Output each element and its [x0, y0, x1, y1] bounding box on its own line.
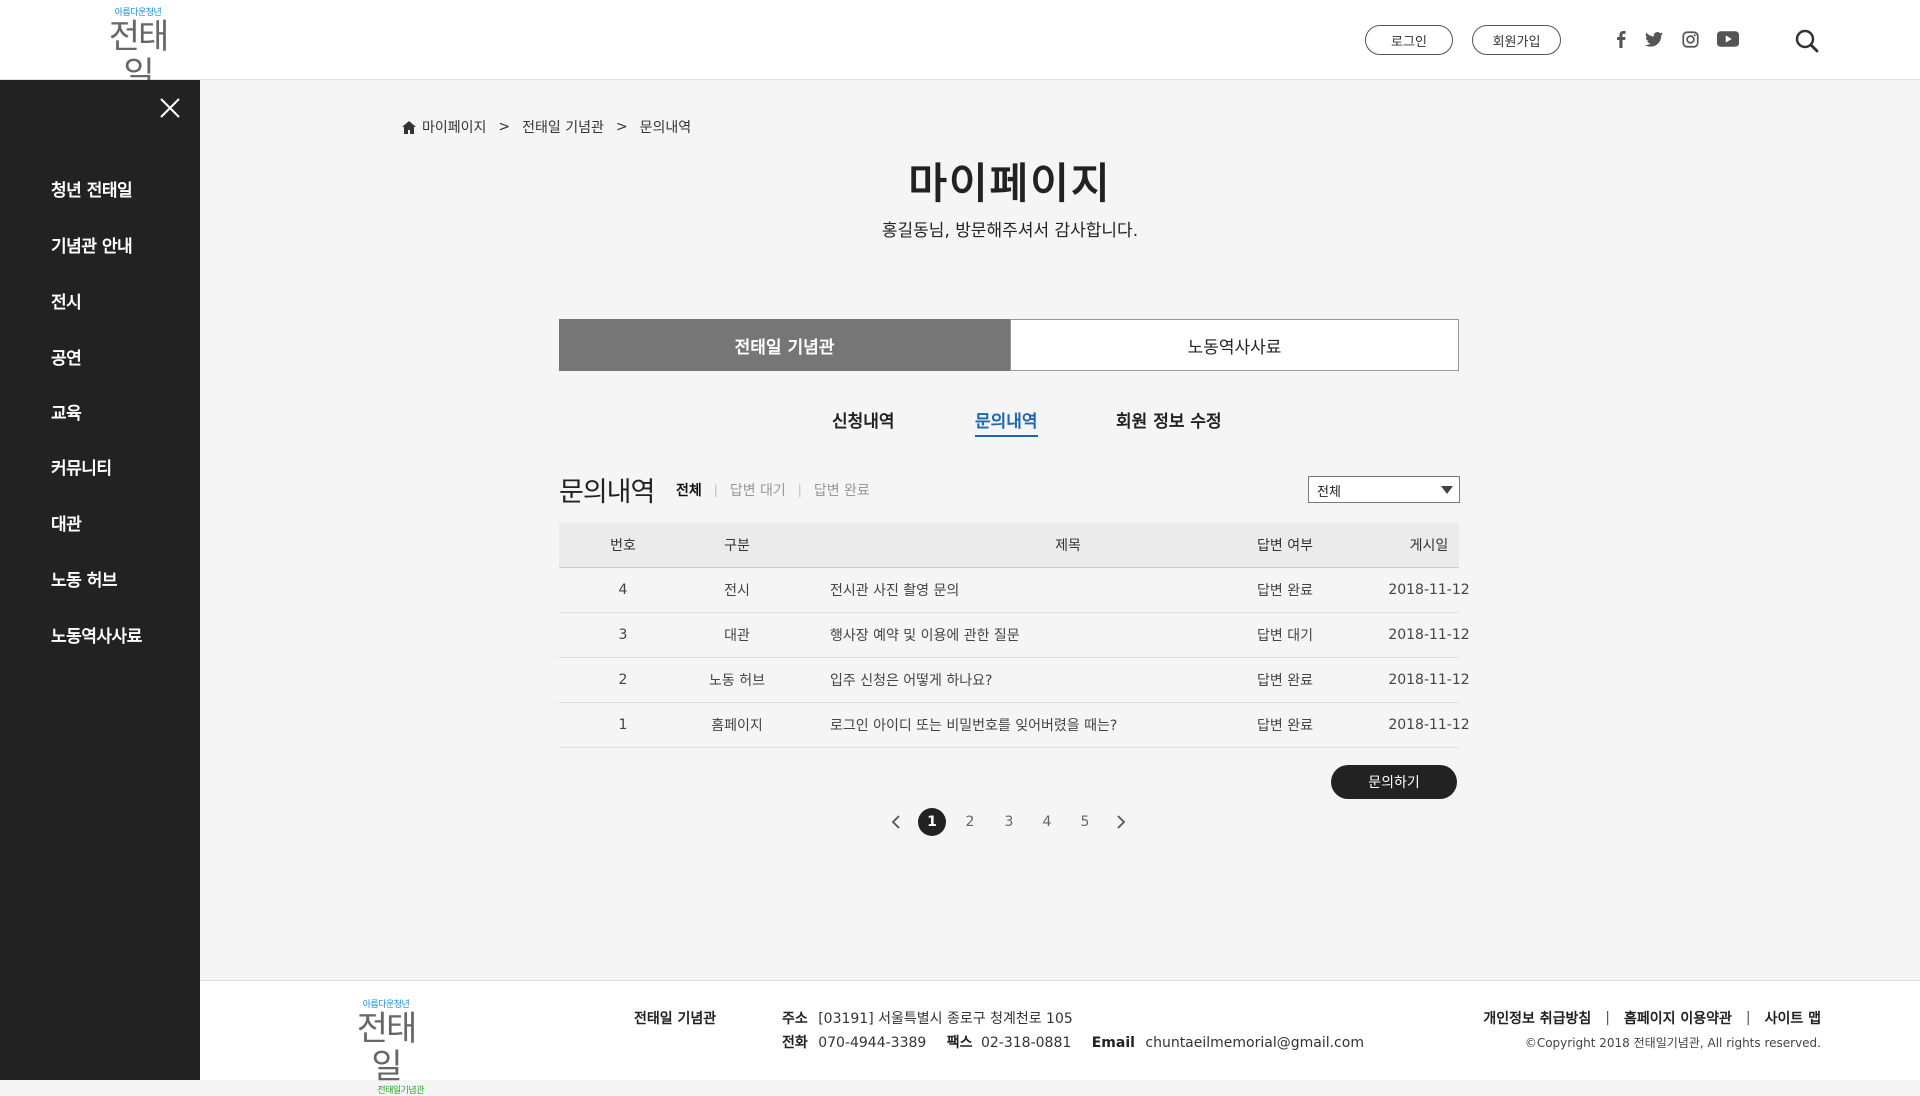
search-icon[interactable]: [1794, 28, 1820, 54]
prev-page-icon[interactable]: [882, 808, 910, 836]
breadcrumb-separator: >: [615, 119, 628, 135]
sidebar-item-exhibition[interactable]: 전시: [51, 288, 82, 313]
subnav-edit-profile[interactable]: 회원 정보 수정: [1116, 407, 1222, 432]
row-date: 2018-11-12: [1388, 717, 1470, 733]
page-3[interactable]: 3: [995, 808, 1023, 836]
page-1[interactable]: 1: [918, 808, 946, 836]
header-category: 구분: [724, 538, 750, 554]
youtube-icon[interactable]: [1715, 28, 1741, 50]
subnav-applications[interactable]: 신청내역: [832, 407, 895, 432]
email-value[interactable]: chuntaeilmemorial@gmail.com: [1145, 1035, 1364, 1051]
sidebar-item-community[interactable]: 커뮤니티: [51, 454, 112, 479]
footer-link-separator: |: [1745, 1010, 1751, 1026]
row-category: 전시: [724, 583, 750, 599]
table-row[interactable]: 2 노동 허브 입주 신청은 어떻게 하나요? 답변 완료 2018-11-12: [559, 658, 1470, 703]
row-date: 2018-11-12: [1388, 582, 1470, 598]
footer-org-name: 전태일 기념관: [634, 1011, 717, 1027]
footer-logo[interactable]: 아름다운청년 전태일 전태일기념관: [348, 1000, 425, 1096]
row-category: 홈페이지: [711, 718, 763, 734]
signup-button[interactable]: 회원가입: [1472, 25, 1561, 55]
tel-value: 070-4944-3389: [818, 1035, 927, 1051]
row-no: 2: [618, 672, 628, 688]
page-subtitle: 홍길동님, 방문해주셔서 감사합니다.: [881, 221, 1139, 241]
page-title: 마이페이지: [908, 159, 1112, 208]
login-button[interactable]: 로그인: [1365, 25, 1453, 55]
breadcrumb-item-memorial[interactable]: 전태일 기념관: [522, 117, 604, 137]
next-page-icon[interactable]: [1107, 808, 1135, 836]
row-title-link[interactable]: 로그인 아이디 또는 비밀번호를 잊어버렸을 때는?: [830, 703, 1230, 747]
footer-links: 개인정보 취급방침 | 홈페이지 이용약관 | 사이트 맵: [1483, 1008, 1821, 1028]
terms-link[interactable]: 홈페이지 이용약관: [1624, 1008, 1732, 1028]
site-footer: [200, 980, 1920, 1080]
breadcrumb-item-mypage[interactable]: 마이페이지: [422, 117, 486, 137]
subnav-inquiries[interactable]: 문의내역: [975, 407, 1038, 437]
row-no: 1: [618, 717, 628, 733]
filter-answered[interactable]: 답변 완료: [814, 480, 870, 500]
row-title-link[interactable]: 입주 신청은 어떻게 하나요?: [830, 658, 1230, 702]
section-title: 문의내역: [559, 477, 655, 508]
sidebar-item-labor-hub[interactable]: 노동 허브: [51, 566, 117, 591]
site-header: 아름다운청년 전태일 전태일기념관 로그인 회원가입: [0, 0, 1920, 104]
footer-link-separator: |: [1605, 1010, 1610, 1026]
dropdown-arrow-icon: [1441, 486, 1453, 494]
row-no: 3: [618, 627, 628, 643]
filter-separator: |: [713, 483, 718, 497]
header-no: 번호: [610, 538, 636, 554]
row-title-link[interactable]: 행사장 예약 및 이용에 관한 질문: [830, 613, 1230, 657]
category-select[interactable]: 전체: [1308, 476, 1460, 503]
twitter-icon[interactable]: [1643, 28, 1665, 50]
table-row[interactable]: 1 홈페이지 로그인 아이디 또는 비밀번호를 잊어버렸을 때는? 답변 완료 …: [559, 703, 1470, 748]
fax-value: 02-318-0881: [980, 1035, 1072, 1051]
address-label: 주소: [782, 1011, 808, 1027]
row-date: 2018-11-12: [1388, 627, 1470, 643]
logo-subtitle: 전태일기념관: [377, 1086, 424, 1096]
page-4[interactable]: 4: [1033, 808, 1061, 836]
filter-all[interactable]: 전체: [676, 480, 702, 500]
copyright: ©Copyright 2018 전태일기념관, All rights reser…: [1524, 1036, 1821, 1050]
footer-address: 주소 [03191] 서울특별시 종로구 청계천로 105: [782, 1008, 1073, 1028]
filter-pending[interactable]: 답변 대기: [730, 480, 786, 500]
breadcrumb: 마이페이지 > 전태일 기념관 > 문의내역: [402, 117, 691, 137]
table-header-row: 번호 구분 제목 답변 여부 게시일: [559, 523, 1459, 568]
page-2[interactable]: 2: [956, 808, 984, 836]
page-5[interactable]: 5: [1071, 808, 1099, 836]
sidebar-item-labor-archive[interactable]: 노동역사사료: [51, 622, 142, 647]
privacy-policy-link[interactable]: 개인정보 취급방침: [1483, 1008, 1591, 1028]
answer-filter: 전체 | 답변 대기 | 답변 완료: [676, 480, 870, 500]
table-row[interactable]: 3 대관 행사장 예약 및 이용에 관한 질문 답변 대기 2018-11-12: [559, 613, 1470, 658]
ask-question-button[interactable]: 문의하기: [1331, 765, 1457, 799]
email-label: Email: [1091, 1035, 1135, 1051]
row-category: 대관: [724, 628, 750, 644]
row-title-link[interactable]: 전시관 사진 촬영 문의: [830, 568, 1230, 612]
row-category: 노동 허브: [709, 673, 765, 689]
breadcrumb-separator: >: [498, 119, 511, 135]
tab-labor-archive[interactable]: 노동역사사료: [1010, 319, 1459, 371]
breadcrumb-item-inquiries: 문의내역: [639, 120, 692, 136]
tel-label: 전화: [782, 1035, 808, 1051]
site-logo[interactable]: 아름다운청년 전태일 전태일기념관: [100, 8, 177, 104]
logo-wordmark: 전태일: [356, 1009, 418, 1087]
fax-label: 팩스: [946, 1035, 973, 1051]
row-no: 4: [618, 582, 628, 598]
table-row[interactable]: 4 전시 전시관 사진 촬영 문의 답변 완료 2018-11-12: [559, 568, 1470, 613]
facebook-icon[interactable]: [1614, 28, 1628, 50]
close-icon[interactable]: [158, 96, 182, 120]
sitemap-link[interactable]: 사이트 맵: [1765, 1008, 1821, 1028]
header-date: 게시일: [1409, 538, 1449, 554]
inquiry-table: 번호 구분 제목 답변 여부 게시일 4 전시 전시관 사진 촬영 문의 답변 …: [559, 523, 1470, 748]
select-value: 전체: [1317, 485, 1341, 500]
footer-contact: 전화 070-4944-3389 팩스 02-318-0881 Email ch…: [782, 1032, 1364, 1052]
sidebar-item-education[interactable]: 교육: [51, 399, 82, 424]
home-icon[interactable]: [402, 120, 416, 134]
address-value: [03191] 서울특별시 종로구 청계천로 105: [818, 1011, 1073, 1027]
tab-memorial[interactable]: 전태일 기념관: [559, 319, 1010, 371]
sidebar-item-performance[interactable]: 공연: [51, 344, 82, 369]
sidebar-item-rental[interactable]: 대관: [51, 510, 82, 535]
row-date: 2018-11-12: [1388, 672, 1470, 688]
instagram-icon[interactable]: [1679, 28, 1701, 50]
filter-separator: |: [797, 483, 802, 497]
